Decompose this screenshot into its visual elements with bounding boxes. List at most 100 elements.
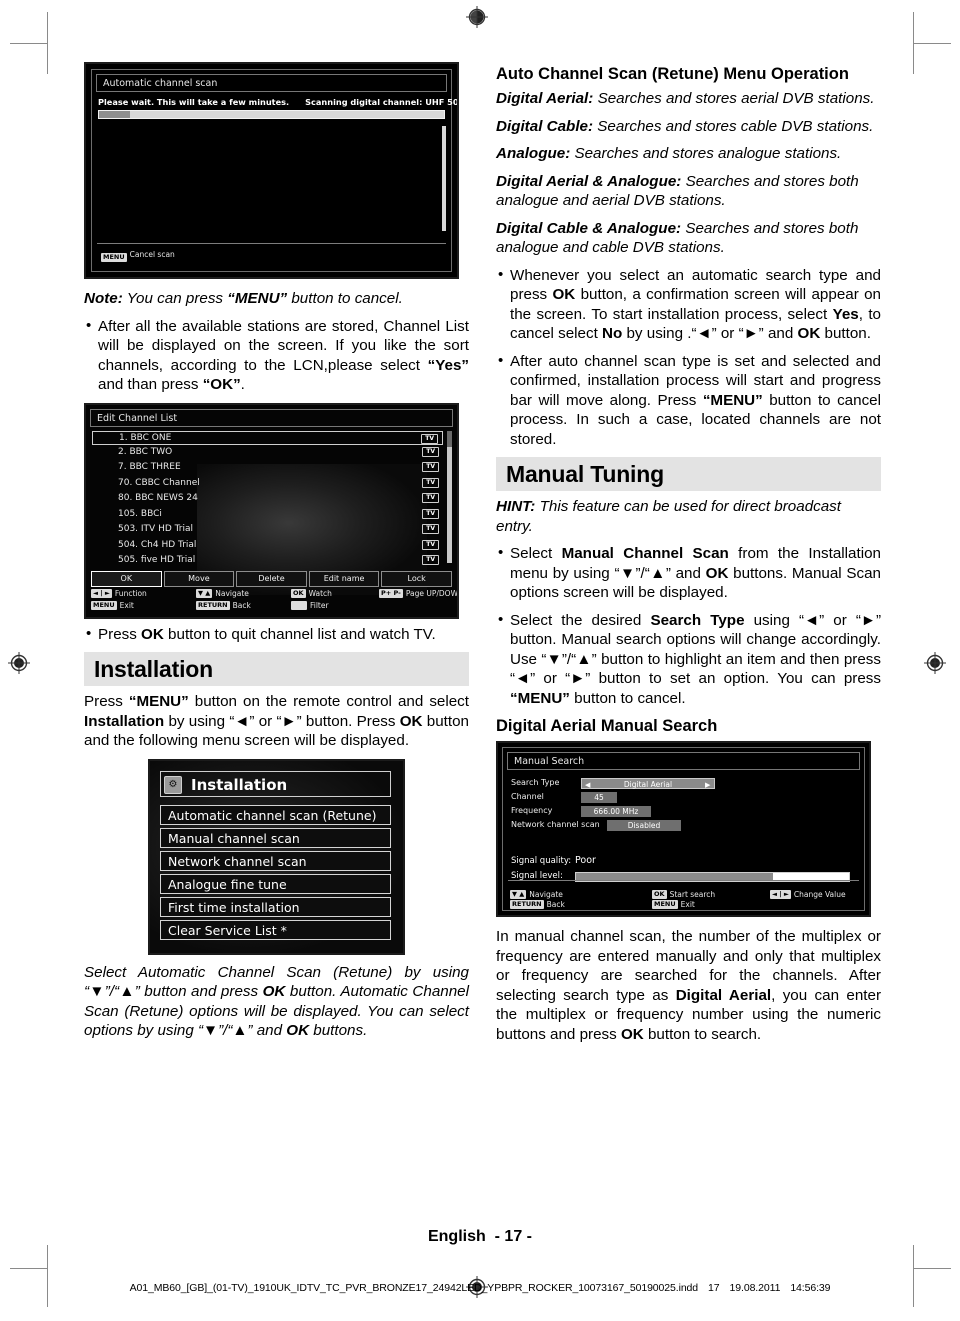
channel-type-tag: TV (422, 493, 439, 503)
edit-name-button[interactable]: Edit name (308, 570, 380, 587)
osd-frame: Manual Search Search Type Digital Aerial… (502, 747, 865, 911)
help-back: RETURN Back (196, 600, 251, 610)
channel-list-help-bar: ◄ | ► Function ▼ ▲ Navigate OK Watch P+ P- P… (91, 588, 457, 614)
search-type-value[interactable]: Digital Aerial (581, 777, 715, 789)
help-label: Page UP/DOWN (405, 588, 459, 598)
help-watch: OK Watch (291, 588, 332, 598)
bullet-dot-icon: • (498, 610, 504, 628)
installation-menu-title: Installation (160, 770, 391, 797)
row-frequency[interactable]: Frequency 666.00 MHz (511, 804, 856, 818)
menu-item-network-channel-scan[interactable]: Network channel scan (160, 850, 391, 871)
menu-item-analogue-fine-tune[interactable]: Analogue fine tune (160, 873, 391, 894)
closing-paragraph-manual-scan: In manual channel scan, the number of th… (496, 928, 881, 1043)
channel-value[interactable]: 45 (581, 791, 617, 803)
print-page-number: 17 (708, 1282, 720, 1294)
menu-item-automatic-channel-scan[interactable]: Automatic channel scan (Retune) (160, 804, 391, 825)
move-button[interactable]: Move (163, 570, 235, 587)
row-channel[interactable]: Channel 45 (511, 790, 856, 804)
print-date: 19.08.2011 (729, 1282, 781, 1294)
channel-row[interactable]: 2. BBC TWO TV (92, 445, 443, 461)
page-content: Automatic channel scan Please wait. This… (84, 62, 884, 1222)
bullet-after-auto-scan-text: After auto channel scan type is set and … (510, 352, 881, 448)
channel-list-rows: 1. BBC ONE TV 2. BBC TWO TV 7. BBC THREE… (92, 430, 443, 569)
row-network-channel-scan[interactable]: Network channel scan Disabled (511, 818, 856, 832)
row-label: Channel (511, 792, 544, 801)
row-label: Network channel scan (511, 820, 600, 829)
help-label: Exit (119, 600, 134, 610)
help-label: Filter (310, 600, 329, 610)
installation-paragraph: Press “MENU” button on the remote contro… (84, 693, 469, 749)
heading-digital-aerial-manual-search: Digital Aerial Manual Search (496, 717, 718, 735)
frequency-value[interactable]: 666.00 MHz (581, 805, 651, 817)
channel-name: 70. CBBC Channel (118, 477, 200, 488)
menu-item-first-time-installation[interactable]: First time installation (160, 896, 391, 917)
channel-type-tag: TV (422, 508, 439, 519)
bullet-select-manual-channel-scan: • Select Manual Channel Scan from the Ins… (496, 544, 881, 603)
registration-mark-right (924, 652, 946, 674)
definition-text: Searches and stores aerial DVB stations. (597, 90, 875, 107)
help-function: ◄ | ► Function (91, 588, 147, 598)
bullet-select-search-type: • Select the desired Search Type using “◄… (496, 611, 881, 709)
definition-term: Analogue: (496, 145, 571, 162)
bullet-press-ok-quit: • Press OK button to quit channel list an… (84, 625, 469, 645)
menu-key-icon: MENU (91, 600, 117, 610)
print-time: 14:56:39 (790, 1282, 831, 1294)
page-footer: English - 17 - (0, 1228, 960, 1246)
definition-term: Digital Cable & Analogue: (496, 219, 682, 237)
scan-progress-fill (99, 111, 131, 118)
row-search-type[interactable]: Search Type Digital Aerial ◀ ▶ (511, 776, 856, 790)
cancel-scan-label: Cancel scan (129, 250, 175, 259)
menu-item-clear-service-list[interactable]: Clear Service List * (160, 919, 391, 940)
channel-row-selected[interactable]: 1. BBC ONE TV (92, 430, 443, 445)
help-label: Navigate (215, 588, 249, 598)
channel-type-tag: TV (422, 462, 439, 472)
help-filter: Filter (291, 600, 329, 610)
bullet-dot-icon: • (498, 265, 504, 283)
channel-row[interactable]: 80. BBC NEWS 24 TV (92, 491, 443, 507)
crop-mark-bottom-left-horizontal (10, 1268, 48, 1269)
ok-button[interactable]: OK (91, 570, 162, 587)
installation-menu-items: Automatic channel scan (Retune) Manual c… (160, 804, 391, 943)
channel-name: 504. Ch4 HD Trial (118, 539, 197, 550)
bullet-confirmation-text: Whenever you select an automatic search … (510, 266, 881, 343)
menu-item-manual-channel-scan[interactable]: Manual channel scan (160, 827, 391, 848)
lock-button[interactable]: Lock (381, 570, 452, 587)
channel-row[interactable]: 70. CBBC Channel TV (92, 476, 443, 492)
scan-channel-message: Scanning digital channel: UHF 50 (305, 97, 459, 107)
scan-scrollbar[interactable] (442, 126, 446, 231)
channel-list-action-buttons: OK Move Delete Edit name Lock (91, 570, 452, 587)
help-label: Function (114, 588, 147, 598)
language-label: English (427, 1228, 486, 1245)
channel-row[interactable]: 503. ITV HD Trial TV (92, 522, 443, 538)
help-label: Watch (308, 588, 332, 598)
channel-name: 1. BBC ONE (119, 432, 172, 443)
print-production-footer: A01_MB60_[GB]_(01-TV)_1910UK_IDTV_TC_PVR… (0, 1282, 960, 1294)
channel-type-tag: TV (422, 446, 439, 457)
hint-label: HINT: (496, 498, 536, 515)
channel-list-scrollbar[interactable] (447, 430, 452, 563)
channel-type-tag: TV (422, 539, 439, 550)
definition-term: Digital Aerial & Analogue: (496, 172, 682, 190)
scrollbar-thumb[interactable] (447, 430, 452, 447)
section-heading-manual-tuning: Manual Tuning (496, 457, 881, 491)
up-down-key-icon: ▼ ▲ (196, 588, 213, 598)
channel-name: 105. BBCi (118, 508, 162, 519)
delete-button[interactable]: Delete (236, 570, 307, 587)
bullet-after-auto-scan: • After auto channel scan type is set and… (496, 352, 881, 450)
definition-digital-aerial-analogue: Digital Aerial & Analogue: Searches and … (496, 172, 881, 211)
bullet-dot-icon: • (86, 624, 92, 642)
bullet-press-ok-text: Press OK button to quit channel list and… (98, 625, 436, 643)
scan-wait-message: Please wait. This will take a few minute… (98, 97, 290, 107)
help-label: Back (232, 600, 251, 610)
channel-row[interactable]: 7. BBC THREE TV (92, 460, 443, 476)
osd-title-automatic-scan: Automatic channel scan (96, 74, 447, 92)
crop-mark-top-right-horizontal (913, 43, 951, 44)
channel-row[interactable]: 105. BBCi TV (92, 507, 443, 523)
channel-row[interactable]: 504. Ch4 HD Trial TV (92, 538, 443, 554)
manual-search-rows: Search Type Digital Aerial ◀ ▶ Channel 4… (511, 776, 856, 832)
channel-row[interactable]: 505. five HD Trial TV (92, 553, 443, 569)
help-exit: MENU Exit (91, 600, 134, 610)
network-scan-value[interactable]: Disabled (607, 819, 681, 831)
bullet-dot-icon: • (498, 351, 504, 369)
crop-mark-bottom-right-horizontal (913, 1268, 951, 1269)
